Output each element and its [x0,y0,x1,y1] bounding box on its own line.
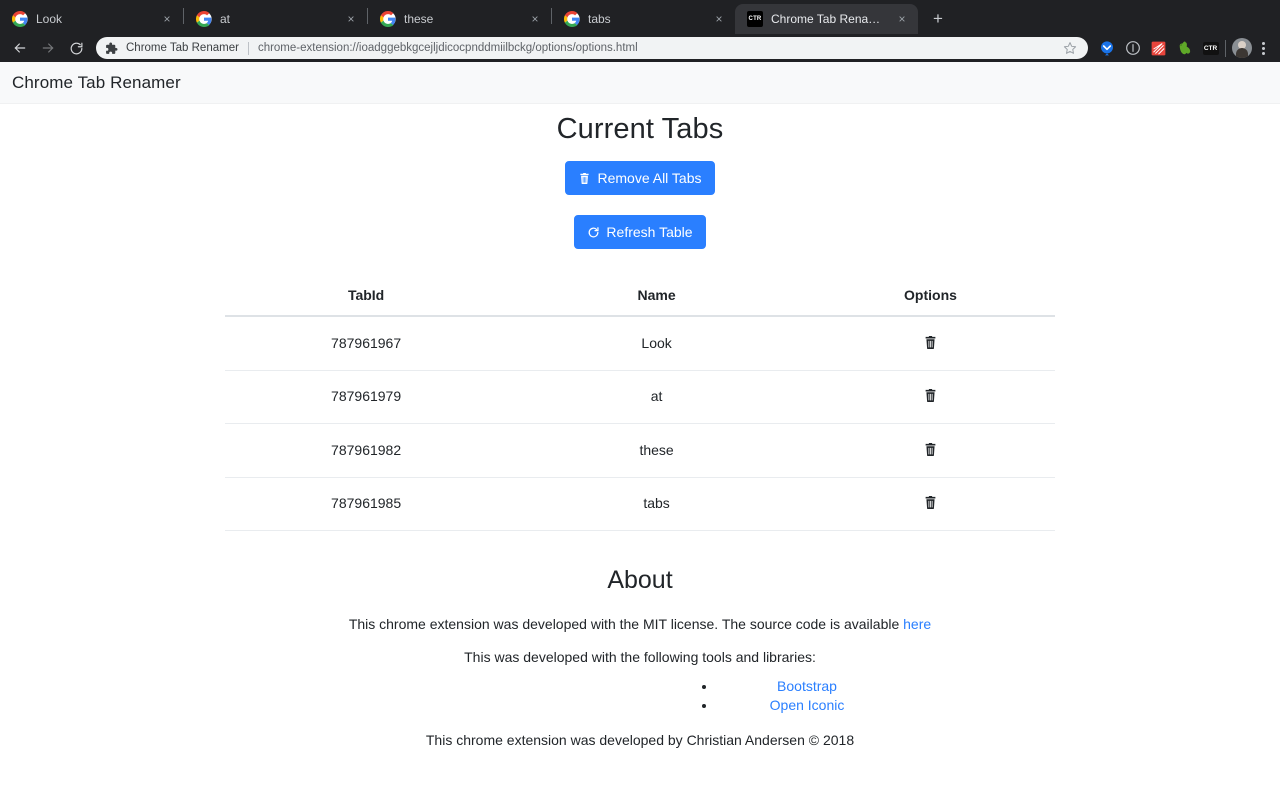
ctr-icon-label: CTR [747,11,763,27]
browser-tab[interactable]: Look × [0,4,183,34]
column-header-name: Name [507,276,806,317]
reload-icon[interactable] [64,36,88,60]
refresh-row: Refresh Table [225,215,1055,249]
cell-name: Look [641,334,672,351]
table-row: 787961982 these [225,423,1055,477]
browser-chrome: Look × at × these × tabs × CTR Chrome Ta… [0,0,1280,62]
extension-name: Chrome Tab Renamer [126,42,239,54]
tab-title: at [220,12,231,26]
google-g-icon [12,11,28,27]
cell-tabid: 787961985 [225,476,508,531]
about-tools-intro: This was developed with the following to… [464,649,816,665]
tab-title: tabs [588,12,611,26]
trash-icon[interactable] [921,387,939,405]
address-bar[interactable]: Chrome Tab Renamer chrome-extension://io… [96,37,1088,59]
url-text: chrome-extension://ioadggebkgcejljdicocp… [257,42,638,54]
google-g-icon [196,11,212,27]
tabs-table: TabId Name Options 787961967 Look 787961… [225,276,1055,531]
cell-options [806,316,1055,370]
navbar-brand: Chrome Tab Renamer [12,72,181,92]
back-icon[interactable] [8,36,32,60]
column-header-options: Options [805,276,1055,317]
tab-strip: Look × at × these × tabs × CTR Chrome Ta… [0,0,1280,34]
tab-close-icon[interactable]: × [159,11,175,27]
remove-all-tabs-label: Remove All Tabs [597,170,702,186]
cell-options [805,369,1055,424]
column-header-tabid: TabId [225,276,508,317]
list-item: Open Iconic [717,696,897,715]
pocket-icon[interactable] [1098,40,1115,57]
table-body: 787961967 Look 787961979 at 787961982 th… [225,316,1055,531]
cell-tabid: 787961982 [225,423,508,477]
browser-tab[interactable]: these × [368,4,551,34]
google-g-icon [564,11,580,27]
table-row: 787961967 Look [225,316,1055,370]
red-stripes-icon[interactable] [1150,40,1167,57]
open-iconic-link[interactable]: Open Iconic [770,697,845,713]
table-row: 787961985 tabs [225,476,1055,531]
remove-all-row: Remove All Tabs [225,161,1055,195]
tools-list: Bootstrap Open Iconic [717,677,897,714]
about-title: About [607,566,673,594]
main-container: Current Tabs Remove All Tabs Refresh Tab… [225,104,1055,750]
page-content: Chrome Tab Renamer Current Tabs Remove A… [0,62,1280,800]
ctr-extension-label: CTR [1202,41,1219,55]
about-footer: This chrome extension was developed by C… [425,732,855,748]
table-head: TabId Name Options [225,276,1055,317]
trash-icon[interactable] [921,333,939,351]
browser-tab-active[interactable]: CTR Chrome Tab Renamer Options × [735,4,918,34]
tab-close-icon[interactable]: × [894,11,910,27]
puzzle-piece-icon [105,41,119,55]
page-navbar: Chrome Tab Renamer [0,62,1280,104]
browser-toolbar: Chrome Tab Renamer chrome-extension://io… [0,34,1280,62]
cell-tabid: 787961979 [225,369,508,424]
source-code-link[interactable]: here [903,616,931,632]
reload-icon [587,225,600,239]
ctr-extension-icon[interactable]: CTR [1202,40,1219,57]
page-title: Current Tabs [556,113,724,145]
tab-title: Look [36,12,63,26]
refresh-table-button[interactable]: Refresh Table [574,215,706,249]
table-header-row: TabId Name Options [225,276,1055,317]
tab-close-icon[interactable]: × [343,11,359,27]
tab-title: these [404,12,434,26]
extension-icons: CTR [1098,40,1219,57]
info-circle-icon[interactable] [1124,40,1141,57]
cell-name: tabs [507,476,806,531]
list-item: Bootstrap [717,677,897,696]
trash-icon [578,171,591,185]
forward-icon[interactable] [36,36,60,60]
tab-close-icon[interactable]: × [527,11,543,27]
star-icon[interactable] [1062,40,1078,56]
about-license-prefix: This chrome extension was developed with… [348,616,904,632]
refresh-table-label: Refresh Table [606,224,693,240]
table-row: 787961979 at [225,369,1055,424]
bootstrap-link[interactable]: Bootstrap [777,678,837,694]
trash-icon[interactable] [921,494,939,512]
cell-name: these [507,423,806,477]
avatar[interactable] [1232,38,1252,58]
cell-tabid: 787961967 [331,334,402,351]
remove-all-tabs-button[interactable]: Remove All Tabs [565,161,715,195]
ctr-icon: CTR [747,11,763,27]
trash-icon[interactable] [921,440,939,458]
browser-tab[interactable]: tabs × [552,4,735,34]
about-license-text: This chrome extension was developed with… [225,596,1055,634]
three-dot-menu-icon[interactable] [1254,38,1272,58]
evernote-elephant-icon[interactable] [1176,40,1193,57]
cell-options [805,423,1055,477]
new-tab-button[interactable]: + [924,5,952,33]
omnibox-divider [247,41,249,55]
toolbar-divider [1225,39,1226,57]
tab-close-icon[interactable]: × [711,11,727,27]
cell-name: at [507,369,806,424]
browser-tab[interactable]: at × [184,4,367,34]
tab-title: Chrome Tab Renamer Options [771,12,890,26]
google-g-icon [380,11,396,27]
cell-options [805,476,1055,531]
